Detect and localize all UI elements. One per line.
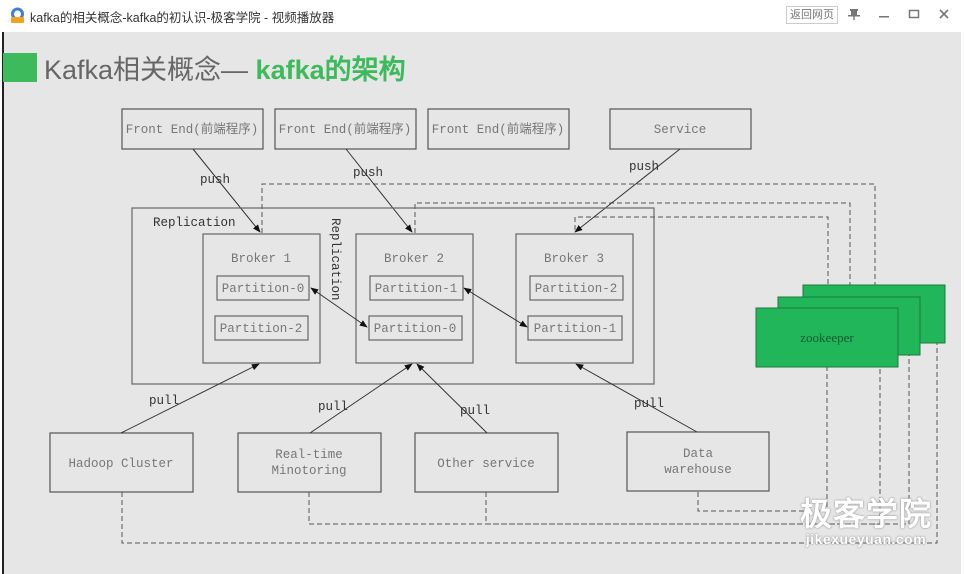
svg-text:warehouse: warehouse bbox=[664, 463, 732, 477]
watermark-en: jikexueyuan.com bbox=[805, 531, 927, 547]
svg-text:Front End(前端程序): Front End(前端程序) bbox=[126, 121, 259, 137]
kafka-architecture-diagram: Front End(前端程序) Front End(前端程序) Front En… bbox=[49, 108, 946, 544]
zk-link-broker3 bbox=[574, 216, 829, 285]
zookeeper-label: zookeeper bbox=[800, 330, 854, 345]
svg-text:Service: Service bbox=[654, 123, 707, 137]
producer-service: Service bbox=[609, 108, 752, 150]
consumer-hadoop-cluster: Hadoop Cluster bbox=[49, 432, 194, 493]
svg-text:Partition-1: Partition-1 bbox=[375, 282, 458, 296]
cluster-replication-label: Replication bbox=[153, 216, 236, 230]
svg-text:Partition-2: Partition-2 bbox=[220, 322, 303, 336]
producer-front-end-3: Front End(前端程序) bbox=[427, 108, 570, 150]
jikexueyuan-watermark: 极客学院 jikexueyuan.com bbox=[800, 496, 932, 546]
svg-text:Broker 2: Broker 2 bbox=[384, 252, 444, 266]
zk-link-warehouse bbox=[697, 367, 828, 512]
pull-label-other: pull bbox=[460, 404, 490, 418]
svg-text:Real-time: Real-time bbox=[275, 448, 343, 462]
pull-arrow-other bbox=[416, 363, 488, 434]
consumer-data-warehouse: Data warehouse bbox=[626, 431, 770, 492]
pull-label-hadoop: pull bbox=[149, 394, 179, 408]
svg-text:Partition-0: Partition-0 bbox=[374, 322, 457, 336]
pull-label-realtime: pull bbox=[318, 400, 348, 414]
pull-arrow-hadoop bbox=[120, 363, 260, 434]
svg-text:Hadoop Cluster: Hadoop Cluster bbox=[68, 457, 173, 471]
consumer-other-service: Other service bbox=[414, 432, 559, 493]
push-label-2: push bbox=[353, 166, 383, 180]
broker-1: Broker 1 Partition-0 Partition-2 bbox=[202, 233, 321, 364]
zookeeper-ensemble: zookeeper bbox=[755, 284, 946, 368]
svg-text:Minotoring: Minotoring bbox=[271, 464, 346, 478]
svg-text:Partition-2: Partition-2 bbox=[535, 282, 618, 296]
broker-3: Broker 3 Partition-2 Partition-1 bbox=[515, 233, 634, 364]
svg-text:Broker 1: Broker 1 bbox=[231, 252, 291, 266]
replication-vertical-label: Replication bbox=[328, 218, 342, 301]
push-label-3: push bbox=[629, 160, 659, 174]
watermark-cn: 极客学院 bbox=[800, 496, 933, 532]
push-arrow-2 bbox=[345, 148, 413, 233]
push-label-1: push bbox=[200, 173, 230, 187]
pull-label-warehouse: pull bbox=[634, 397, 664, 411]
svg-text:Partition-0: Partition-0 bbox=[222, 282, 305, 296]
producer-front-end-2: Front End(前端程序) bbox=[274, 108, 417, 150]
svg-text:Partition-1: Partition-1 bbox=[534, 322, 617, 336]
svg-text:Data: Data bbox=[683, 447, 714, 461]
consumer-realtime-monitoring: Real-time Minotoring bbox=[237, 432, 382, 493]
svg-text:Front End(前端程序): Front End(前端程序) bbox=[279, 121, 412, 137]
svg-text:Broker 3: Broker 3 bbox=[544, 252, 604, 266]
svg-text:Front End(前端程序): Front End(前端程序) bbox=[432, 121, 565, 137]
producer-front-end-1: Front End(前端程序) bbox=[121, 108, 264, 150]
broker-2: Broker 2 Partition-1 Partition-0 bbox=[355, 233, 474, 364]
svg-text:Other service: Other service bbox=[437, 457, 535, 471]
push-arrow-3 bbox=[574, 148, 681, 233]
pull-arrow-realtime bbox=[309, 363, 413, 434]
